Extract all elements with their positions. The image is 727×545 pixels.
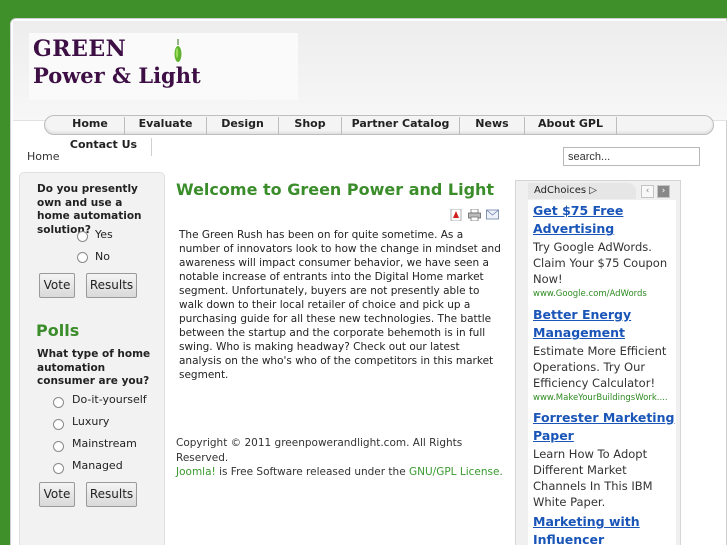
ad-next-icon[interactable]: › (657, 185, 670, 198)
radio-mainstream[interactable] (53, 441, 64, 452)
option-yes-label: Yes (95, 228, 113, 241)
email-icon[interactable] (486, 209, 499, 220)
license-link[interactable]: GNU/GPL License. (409, 466, 503, 478)
option-managed-label: Managed (72, 459, 123, 472)
ad-title-3[interactable]: Forrester Marketing Paper (533, 409, 678, 445)
pdf-icon[interactable] (450, 209, 462, 221)
vote-button-1[interactable]: Vote (39, 273, 75, 298)
nav-shop[interactable]: Shop (279, 117, 342, 134)
poll-question-2: What type of home automation consumer ar… (37, 348, 151, 387)
footer-middle-text: is Free Software released under the (215, 466, 409, 478)
search-input[interactable] (563, 147, 700, 166)
article-title: Welcome to Green Power and Light (176, 180, 495, 199)
radio-luxury[interactable] (53, 419, 64, 430)
breadcrumb[interactable]: Home (27, 150, 59, 163)
vote-button-2[interactable]: Vote (39, 482, 75, 507)
option-diy-label: Do-it-yourself (72, 393, 147, 406)
nav-home[interactable]: Home (56, 117, 125, 134)
footer-copyright: Copyright © 2011 greenpowerandlight.com.… (176, 436, 506, 480)
nav-evaluate[interactable]: Evaluate (125, 117, 207, 134)
results-button-1[interactable]: Results (86, 273, 137, 298)
ad-url-1[interactable]: www.Google.com/AdWords (533, 289, 673, 299)
adchoices-label[interactable]: AdChoices ▷ (528, 183, 636, 199)
option-luxury-label: Luxury (72, 415, 110, 428)
article-body: The Green Rush has been on for quite som… (179, 229, 501, 381)
radio-no[interactable] (77, 252, 88, 263)
site-header: GREEN Power & Light (13, 21, 727, 121)
ad-desc-2: Estimate More Efficient Operations. Try … (533, 344, 667, 390)
option-mainstream-label: Mainstream (72, 437, 137, 450)
polls-heading: Polls (36, 321, 80, 340)
ad-prev-icon[interactable]: ‹ (641, 185, 654, 198)
nav-contact-us[interactable]: Contact Us (56, 138, 152, 156)
logo-text-top: GREEN (33, 36, 127, 62)
logo-text-bottom: Power & Light (33, 63, 201, 88)
nav-partner-catalog[interactable]: Partner Catalog (342, 117, 460, 134)
ad-title-4[interactable]: Marketing with Influencer (533, 513, 678, 545)
nav-design[interactable]: Design (207, 117, 279, 134)
copyright-text: Copyright © 2011 greenpowerandlight.com.… (176, 437, 463, 464)
leaf-icon (174, 39, 182, 62)
adchoices-text: AdChoices (534, 185, 587, 196)
radio-managed[interactable] (53, 463, 64, 474)
ad-title-1[interactable]: Get $75 Free Advertising (533, 202, 678, 238)
adchoices-icon: ▷ (589, 185, 597, 196)
radio-do-it-yourself[interactable] (53, 397, 64, 408)
ad-desc-1: Try Google AdWords. Claim Your $75 Coupo… (533, 240, 668, 286)
radio-yes[interactable] (77, 231, 88, 242)
joomla-link[interactable]: Joomla! (176, 466, 216, 478)
ad-desc-3: Learn How To Adopt Different Market Chan… (533, 447, 653, 509)
results-button-2[interactable]: Results (86, 482, 137, 507)
nav-news[interactable]: News (460, 117, 525, 134)
option-no-label: No (95, 250, 110, 263)
ad-title-2[interactable]: Better Energy Management (533, 306, 678, 342)
ad-url-2[interactable]: www.MakeYourBuildingsWork.... (533, 393, 673, 403)
print-icon[interactable] (468, 209, 481, 221)
nav-about-gpl[interactable]: About GPL (525, 117, 617, 134)
